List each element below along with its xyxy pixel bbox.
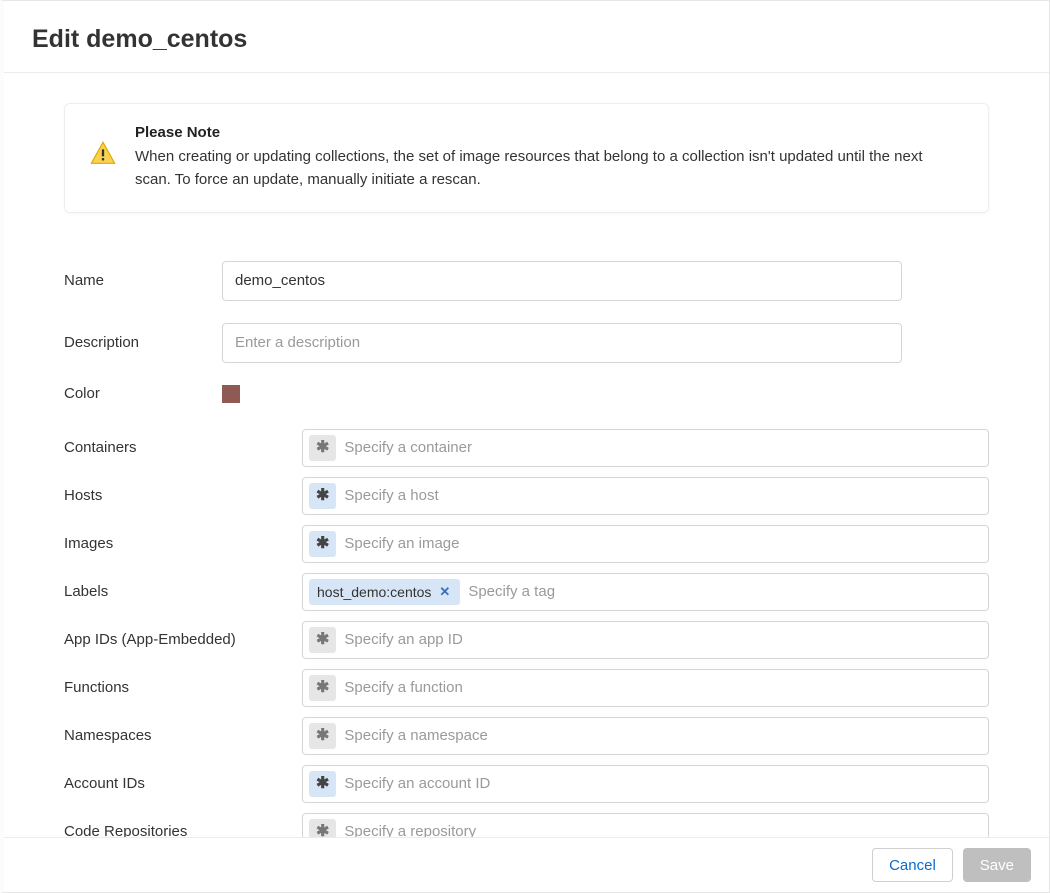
asterisk-icon: ✱ (316, 488, 329, 504)
filter-label: Code Repositories (64, 823, 302, 837)
info-note-body: When creating or updating collections, t… (135, 145, 958, 192)
resource-filters: Containers ✱ Hosts ✱ Images ✱ Labels host_demo:… (64, 429, 989, 838)
info-note-text: Please Note When creating or updating co… (135, 124, 958, 192)
remove-chip-icon[interactable]: ✕ (437, 585, 452, 598)
warning-icon (89, 140, 117, 168)
filter-label: Functions (64, 679, 302, 696)
dialog-footer: Cancel Save (4, 837, 1049, 892)
filter-label: Containers (64, 439, 302, 456)
wildcard-chip[interactable]: ✱ (309, 675, 336, 701)
description-label: Description (64, 334, 222, 351)
description-input[interactable] (222, 323, 902, 363)
filter-row: Code Repositories ✱ (64, 813, 989, 838)
filter-text-input[interactable] (342, 774, 982, 793)
filter-label: Images (64, 535, 302, 552)
filter-row: Account IDs ✱ (64, 765, 989, 803)
wildcard-chip[interactable]: ✱ (309, 771, 336, 797)
filter-text-input[interactable] (342, 630, 982, 649)
filter-tag-input[interactable]: ✱ (302, 525, 989, 563)
asterisk-icon: ✱ (316, 776, 329, 792)
filter-row: Containers ✱ (64, 429, 989, 467)
cancel-button[interactable]: Cancel (872, 848, 953, 882)
filter-text-input[interactable] (342, 726, 982, 745)
edit-collection-dialog: Edit demo_centos Please Note When creati… (0, 0, 1050, 893)
filter-row: App IDs (App-Embedded) ✱ (64, 621, 989, 659)
wildcard-chip[interactable]: ✱ (309, 531, 336, 557)
wildcard-chip[interactable]: ✱ (309, 627, 336, 653)
filter-tag-input[interactable]: ✱ (302, 813, 989, 838)
wildcard-chip[interactable]: ✱ (309, 723, 336, 749)
filter-text-input[interactable] (342, 438, 982, 457)
filter-tag-input[interactable]: host_demo:centos ✕ (302, 573, 989, 611)
filter-label: Hosts (64, 487, 302, 504)
filter-text-input[interactable] (466, 582, 982, 601)
filter-tag-input[interactable]: ✱ (302, 621, 989, 659)
info-note-title: Please Note (135, 124, 958, 141)
filter-text-input[interactable] (342, 822, 982, 837)
name-label: Name (64, 272, 222, 289)
filter-tag-input[interactable]: ✱ (302, 429, 989, 467)
wildcard-chip[interactable]: ✱ (309, 435, 336, 461)
filter-row: Hosts ✱ (64, 477, 989, 515)
filter-tag-input[interactable]: ✱ (302, 765, 989, 803)
name-input[interactable] (222, 261, 902, 301)
asterisk-icon: ✱ (316, 680, 329, 696)
filter-label: App IDs (App-Embedded) (64, 631, 302, 648)
filter-label: Account IDs (64, 775, 302, 792)
filter-row: Images ✱ (64, 525, 989, 563)
filter-row: Namespaces ✱ (64, 717, 989, 755)
filter-label: Namespaces (64, 727, 302, 744)
value-chip-text: host_demo:centos (317, 584, 431, 600)
filter-tag-input[interactable]: ✱ (302, 717, 989, 755)
asterisk-icon: ✱ (316, 440, 329, 456)
filter-row: Labels host_demo:centos ✕ (64, 573, 989, 611)
value-chip[interactable]: host_demo:centos ✕ (309, 579, 460, 605)
wildcard-chip[interactable]: ✱ (309, 483, 336, 509)
asterisk-icon: ✱ (316, 536, 329, 552)
dialog-title: Edit demo_centos (32, 25, 1021, 54)
color-swatch[interactable] (222, 385, 240, 403)
filter-label: Labels (64, 583, 302, 600)
filter-text-input[interactable] (342, 678, 982, 697)
dialog-body-scroll[interactable]: Please Note When creating or updating co… (4, 73, 1049, 837)
wildcard-chip[interactable]: ✱ (309, 819, 336, 838)
save-button[interactable]: Save (963, 848, 1031, 882)
color-label: Color (64, 385, 222, 402)
info-note: Please Note When creating or updating co… (64, 103, 989, 213)
filter-tag-input[interactable]: ✱ (302, 669, 989, 707)
filter-row: Functions ✱ (64, 669, 989, 707)
filter-text-input[interactable] (342, 534, 982, 553)
asterisk-icon: ✱ (316, 728, 329, 744)
asterisk-icon: ✱ (316, 824, 329, 838)
filter-tag-input[interactable]: ✱ (302, 477, 989, 515)
asterisk-icon: ✱ (316, 632, 329, 648)
dialog-header: Edit demo_centos (4, 1, 1049, 73)
filter-text-input[interactable] (342, 486, 982, 505)
